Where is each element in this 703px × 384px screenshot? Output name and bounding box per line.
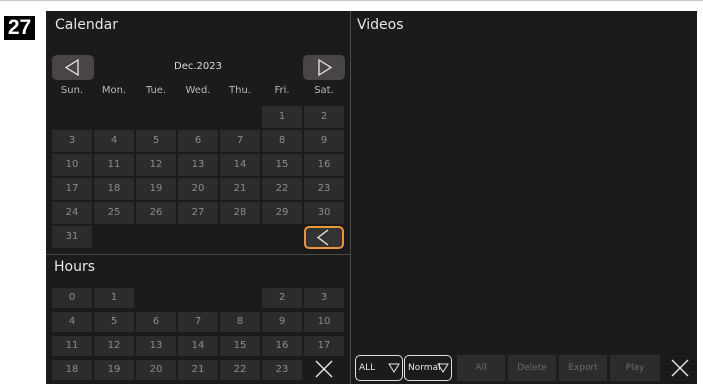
- day-cell[interactable]: 13: [178, 154, 218, 176]
- triangle-down-icon: [437, 363, 449, 373]
- weekday-sat: Sat.: [314, 85, 334, 96]
- day-cell[interactable]: 9: [304, 130, 344, 152]
- hours-close-button[interactable]: [304, 358, 344, 380]
- triangle-right-icon: [318, 58, 333, 77]
- weekday-fri: Fri.: [274, 85, 290, 96]
- hour-cell[interactable]: 17: [304, 336, 344, 356]
- hour-cell[interactable]: 10: [304, 312, 344, 332]
- select-all-button[interactable]: All: [457, 355, 505, 381]
- day-cell[interactable]: 7: [220, 130, 260, 152]
- hour-cell[interactable]: 19: [94, 360, 134, 380]
- play-button[interactable]: Play: [610, 355, 660, 381]
- day-cell[interactable]: 10: [52, 154, 92, 176]
- day-cell[interactable]: 25: [94, 202, 134, 224]
- hour-cell[interactable]: 18: [52, 360, 92, 380]
- export-button[interactable]: Export: [559, 355, 607, 381]
- page-number-badge: 27: [4, 16, 35, 40]
- hour-cell[interactable]: 6: [136, 312, 176, 332]
- hour-cell[interactable]: 3: [304, 288, 344, 308]
- record-type-value: Normal: [408, 363, 441, 373]
- channel-filter-dropdown[interactable]: ALL: [355, 355, 403, 381]
- hour-cell[interactable]: 4: [52, 312, 92, 332]
- weekday-header: Sun. Mon. Tue. Wed. Thu. Fri. Sat.: [50, 85, 346, 101]
- day-cell[interactable]: 24: [52, 202, 92, 224]
- chevron-left-icon: [316, 229, 329, 246]
- hour-cell[interactable]: 7: [178, 312, 218, 332]
- hour-cell[interactable]: 16: [262, 336, 302, 356]
- top-rule: [0, 0, 703, 1]
- day-cell[interactable]: 19: [136, 178, 176, 200]
- day-cell[interactable]: 21: [220, 178, 260, 200]
- day-cell[interactable]: 15: [262, 154, 302, 176]
- triangle-left-icon: [64, 58, 79, 77]
- hour-cell[interactable]: 15: [220, 336, 260, 356]
- hour-cell[interactable]: 8: [220, 312, 260, 332]
- month-label: Dec.2023: [174, 61, 222, 72]
- back-button[interactable]: [304, 226, 344, 249]
- day-cell[interactable]: 4: [94, 130, 134, 152]
- close-button[interactable]: [665, 355, 695, 381]
- next-month-button[interactable]: [303, 55, 345, 80]
- videos-toolbar: ALL Normal All Delete Export Play: [351, 354, 697, 384]
- device-screen: Calendar Dec.2023 Sun. Mon. Tue. Wed. Th…: [46, 11, 697, 384]
- day-cell[interactable]: 30: [304, 202, 344, 224]
- day-cell[interactable]: 12: [136, 154, 176, 176]
- day-cell[interactable]: 26: [136, 202, 176, 224]
- day-cell[interactable]: 17: [52, 178, 92, 200]
- weekday-wed: Wed.: [185, 85, 211, 96]
- day-cell[interactable]: 6: [178, 130, 218, 152]
- hour-cell[interactable]: 13: [136, 336, 176, 356]
- day-cell[interactable]: 14: [220, 154, 260, 176]
- hour-cell[interactable]: 23: [262, 360, 302, 380]
- close-icon: [315, 360, 333, 378]
- day-cell[interactable]: 5: [136, 130, 176, 152]
- hour-cell[interactable]: 22: [220, 360, 260, 380]
- hour-cell[interactable]: 21: [178, 360, 218, 380]
- delete-button[interactable]: Delete: [508, 355, 556, 381]
- day-cell[interactable]: 16: [304, 154, 344, 176]
- videos-panel: Videos: [350, 11, 697, 384]
- triangle-down-icon: [388, 363, 400, 373]
- day-cell[interactable]: 18: [94, 178, 134, 200]
- hour-cell[interactable]: 9: [262, 312, 302, 332]
- hour-cell[interactable]: 2: [262, 288, 302, 308]
- close-icon: [671, 359, 689, 377]
- day-cell[interactable]: 27: [178, 202, 218, 224]
- hour-cell[interactable]: 14: [178, 336, 218, 356]
- hour-cell[interactable]: 11: [52, 336, 92, 356]
- day-cell[interactable]: 20: [178, 178, 218, 200]
- day-cell[interactable]: 2: [304, 106, 344, 128]
- day-cell[interactable]: 3: [52, 130, 92, 152]
- weekday-tue: Tue.: [145, 85, 167, 96]
- record-type-dropdown[interactable]: Normal: [404, 355, 452, 381]
- hour-cell[interactable]: 5: [94, 312, 134, 332]
- hour-cell[interactable]: 12: [94, 336, 134, 356]
- day-cell[interactable]: 29: [262, 202, 302, 224]
- hours-title: Hours: [54, 259, 96, 275]
- day-cell[interactable]: 23: [304, 178, 344, 200]
- hour-cell[interactable]: 20: [136, 360, 176, 380]
- hour-cell[interactable]: 1: [94, 288, 134, 308]
- left-panel: Calendar Dec.2023 Sun. Mon. Tue. Wed. Th…: [46, 11, 350, 384]
- day-cell[interactable]: 31: [52, 226, 92, 248]
- day-cell[interactable]: 8: [262, 130, 302, 152]
- prev-month-button[interactable]: [52, 55, 94, 80]
- weekday-mon: Mon.: [101, 85, 127, 96]
- calendar-title: Calendar: [55, 17, 118, 33]
- day-cell[interactable]: 1: [262, 106, 302, 128]
- day-cell[interactable]: 28: [220, 202, 260, 224]
- channel-filter-value: ALL: [359, 363, 376, 373]
- weekday-sun: Sun.: [60, 85, 84, 96]
- hour-cell[interactable]: 0: [52, 288, 92, 308]
- day-cell[interactable]: 22: [262, 178, 302, 200]
- weekday-thu: Thu.: [229, 85, 251, 96]
- day-cell[interactable]: 11: [94, 154, 134, 176]
- videos-title: Videos: [357, 17, 404, 33]
- panel-divider: [46, 254, 350, 255]
